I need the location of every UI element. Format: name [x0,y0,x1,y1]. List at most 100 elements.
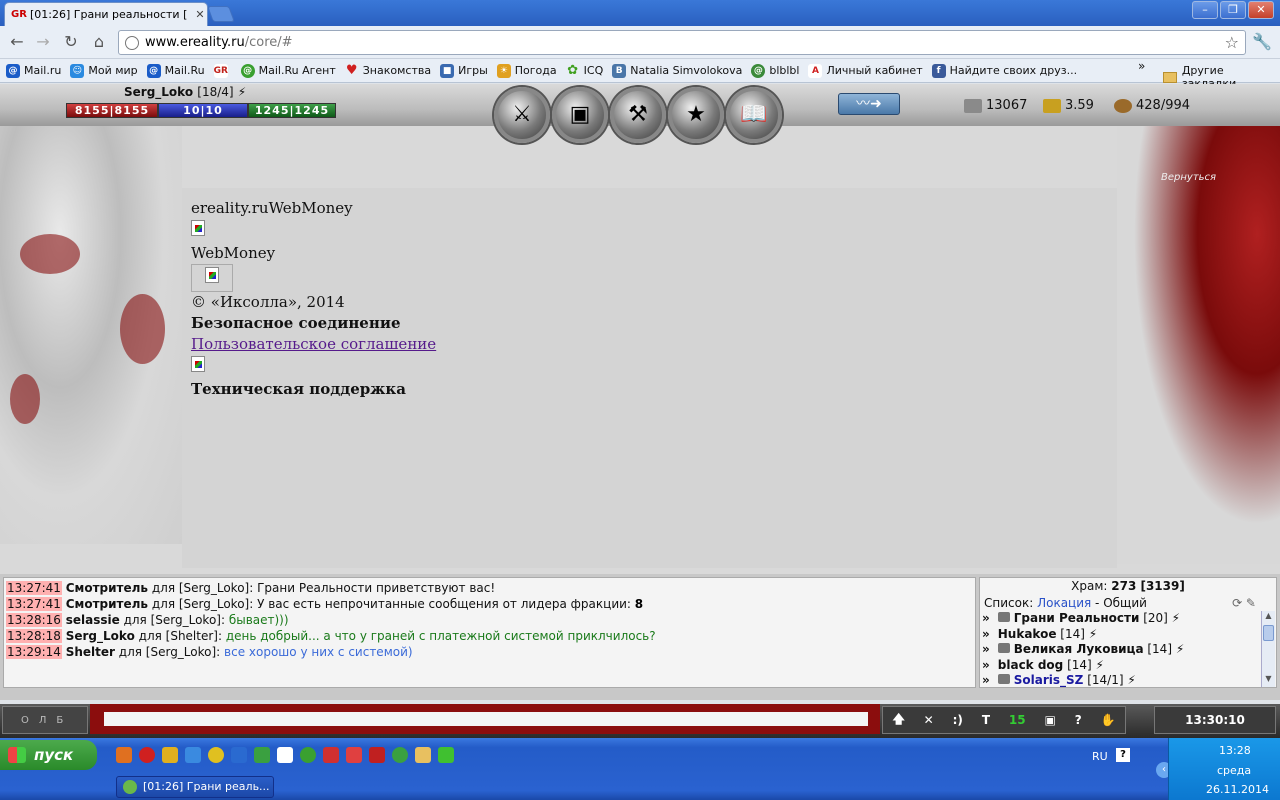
refresh-seconds[interactable]: 15 [1009,713,1026,727]
refresh-icon[interactable]: ⟳ ✎ [1232,596,1256,610]
reload-icon[interactable]: ↻ [60,32,82,52]
msg-time[interactable]: 13:28:16 [6,613,62,627]
screenshot-icon[interactable]: ▣ [1044,713,1055,727]
msg-time[interactable]: 13:28:18 [6,629,62,643]
msg-nick[interactable]: selassie [66,613,120,627]
opera-icon[interactable] [139,747,155,763]
app-icon[interactable] [369,747,385,763]
user-row[interactable]: » black dog [14] ⚡ [980,658,1260,674]
mana-bar: 10|10 [158,103,248,118]
player-info[interactable]: Serg_Loko [18/4] ⚡ [124,85,246,99]
app-icon[interactable] [346,747,362,763]
app-icon[interactable] [438,747,454,763]
user-list-scrollbar[interactable]: ▲ ▼ [1261,611,1275,687]
bookmark-blblbl[interactable]: @ blblbl [751,63,799,78]
app-icon[interactable] [254,747,270,763]
translit-t-icon[interactable]: T [982,713,990,727]
wrench-icon[interactable]: 🔧 [1252,32,1272,51]
craft-hammer-icon[interactable]: ⚒ [610,87,666,143]
tab-close-icon[interactable]: ✕ [193,8,207,21]
facebook-icon: f [931,63,946,78]
start-button[interactable]: пуск [0,740,97,770]
taskbar-window-button[interactable]: [01:26] Грани реаль... [116,776,274,798]
chrome-icon[interactable] [392,747,408,763]
inventory-chest-icon[interactable]: ▣ [552,87,608,143]
bookmark-label: Личный кабинет [826,64,923,77]
help-icon[interactable]: ? [1116,748,1130,762]
msg-nick[interactable]: Shelter [66,645,115,659]
hand-icon[interactable]: ✋ [1101,713,1116,727]
bookmark-vk[interactable]: B Natalia Simvolokova [612,63,742,78]
achievements-star-icon[interactable]: ★ [668,87,724,143]
player-name: Serg_Loko [124,85,194,99]
bookmark-star-icon[interactable]: ☆ [1225,33,1239,52]
home-icon[interactable]: ⌂ [88,32,110,52]
webmoney-image-box[interactable] [191,264,233,292]
bookmark-mailru-2[interactable]: @ Mail.Ru [146,63,205,78]
bookmark-igry[interactable]: ■ Игры [440,63,488,78]
chat-log[interactable]: 13:27:41 Смотритель для [Serg_Loko]: Гра… [3,577,976,688]
clear-x-icon[interactable]: ✕ [924,713,934,727]
health-bar: 8155|8155 [66,103,158,118]
user-row[interactable]: » Великая Луковица [14] ⚡ [980,642,1260,658]
bookmark-mailru-agent[interactable]: @ Mail.Ru Агент [240,63,336,78]
bookmark-pogoda[interactable]: ☀ Погода [496,63,557,78]
tray-time[interactable]: 13:28 [1219,744,1251,757]
bookmarks-more-icon[interactable]: » [1138,59,1145,73]
help-question-icon[interactable]: ? [1075,713,1082,727]
new-tab-button[interactable] [207,6,235,22]
mode-l-button[interactable]: Л [39,715,47,726]
spellbook-icon[interactable]: 📖 [726,87,782,143]
user-row[interactable]: » Hukakoe [14] ⚡ [980,627,1260,643]
user-name[interactable]: Solaris_SZ [1014,673,1084,687]
user-name[interactable]: Hukakoe [998,627,1057,641]
msg-nick[interactable]: Смотритель [66,581,148,595]
msg-time[interactable]: 13:29:14 [6,645,62,659]
chat-message: 13:27:41 Смотритель для [Serg_Loko]: У в… [6,596,973,612]
app-icon[interactable] [300,747,316,763]
ie-icon[interactable] [185,747,201,763]
bookmark-facebook[interactable]: f Найдите своих друз... [931,63,1077,78]
back-arrow-icon[interactable]: ← [6,32,28,52]
up-arrow-icon[interactable]: 🡅 [892,710,904,731]
chromium-icon[interactable] [208,747,224,763]
forward-arrow-icon[interactable]: → [32,32,54,52]
bookmark-mailru[interactable]: @ Mail.ru [6,63,61,78]
user-name[interactable]: Великая Луковица [1014,642,1144,656]
user-row[interactable]: » Грани Реальности [20] ⚡ [980,611,1260,627]
waves-arrow-button[interactable]: 〰➜ [838,93,900,115]
bookmark-moi-mir[interactable]: ☺ Мой мир [70,63,138,78]
msg-time[interactable]: 13:27:41 [6,597,62,611]
msg-time[interactable]: 13:27:41 [6,581,62,595]
browser-tab[interactable]: GR [01:26] Грани реальности [ ✕ [4,2,208,26]
bookmark-lichny-kabinet[interactable]: A Личный кабинет [808,63,923,78]
bookmark-znakomstva[interactable]: ♥ Знакомства [345,63,431,78]
app-icon[interactable] [162,747,178,763]
user-name[interactable]: Грани Реальности [1014,611,1140,625]
app-icon[interactable] [323,747,339,763]
bookmark-icq[interactable]: ✿ ICQ [566,63,603,78]
msg-nick[interactable]: Serg_Loko [66,629,135,643]
user-agreement-link[interactable]: Пользовательское соглашение [191,335,436,353]
window-icon[interactable] [277,747,293,763]
user-name[interactable]: black dog [998,658,1064,672]
folder-icon[interactable] [415,747,431,763]
app-icon[interactable] [231,747,247,763]
return-label[interactable]: Вернуться [1161,172,1216,183]
user-row[interactable]: » Solaris_SZ [14/1] ⚡ [980,673,1260,689]
smiley-icon[interactable]: :) [953,713,963,727]
msg-nick[interactable]: Смотритель [66,597,148,611]
bookmark-ereality[interactable]: GR [213,63,232,78]
mode-o-button[interactable]: O [21,715,29,726]
firefox-icon[interactable] [116,747,132,763]
minimize-button[interactable]: – [1192,1,1218,19]
chat-input[interactable] [102,710,870,728]
battle-warrior-icon[interactable]: ⚔ [494,87,550,143]
maximize-button[interactable]: ❐ [1220,1,1246,19]
close-window-button[interactable]: ✕ [1248,1,1274,19]
address-bar[interactable]: www.ereality.ru /core/# ☆ [118,30,1246,55]
language-indicator[interactable]: RU [1092,750,1108,763]
tab-title: [01:26] Грани реальности [ [30,8,188,21]
list-location-link[interactable]: Локация [1037,596,1091,610]
mode-b-button[interactable]: Б [56,715,63,726]
